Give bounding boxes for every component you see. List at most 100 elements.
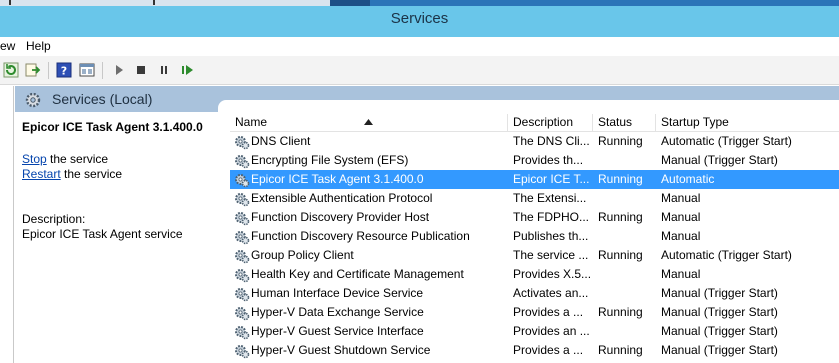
service-description: Activates an...	[513, 286, 589, 300]
service-name: Epicor ICE Task Agent 3.1.400.0	[251, 172, 424, 186]
table-row[interactable]: Epicor ICE Task Agent 3.1.400.0 Epicor IC…	[230, 170, 839, 189]
description-text: Epicor ICE Task Agent service	[22, 227, 183, 241]
description-pane: Epicor ICE Task Agent 3.1.400.0 Stop the…	[15, 112, 225, 363]
show-hide-pane-icon[interactable]	[78, 61, 96, 79]
service-startup-type: Manual	[661, 191, 701, 205]
table-row[interactable]: Function Discovery Provider Host The FDPH…	[230, 208, 839, 227]
service-description: Provides a ...	[513, 305, 584, 319]
table-row[interactable]: Hyper-V Guest Service Interface Provides …	[230, 322, 839, 341]
menu-bar: ew Help	[0, 37, 839, 55]
service-gear-icon	[234, 286, 250, 302]
service-status: Running	[598, 172, 643, 186]
selected-service-title: Epicor ICE Task Agent 3.1.400.0	[22, 120, 203, 134]
service-description: Provides an ...	[513, 324, 590, 338]
service-description: Publishes th...	[513, 229, 589, 243]
service-description: Provides a ...	[513, 343, 584, 357]
service-gear-icon	[234, 191, 250, 207]
table-row[interactable]: Hyper-V Guest Shutdown Service Provides a…	[230, 341, 839, 360]
service-name: Hyper-V Guest Service Interface	[251, 324, 424, 338]
table-row[interactable]: DNS Client The DNS Cli... Running Automatic…	[230, 132, 839, 151]
stop-link[interactable]: Stop	[22, 152, 47, 166]
service-gear-icon	[234, 172, 250, 188]
restart-suffix: the service	[60, 167, 123, 181]
service-status: Running	[598, 343, 643, 357]
service-status: Running	[598, 134, 643, 148]
service-startup-type: Manual (Trigger Start)	[661, 153, 778, 167]
resume-service-icon[interactable]	[178, 61, 196, 79]
start-service-icon[interactable]	[110, 61, 128, 79]
services-list: Name Description Status Startup Type DNS…	[218, 100, 839, 363]
service-startup-type: Automatic (Trigger Start)	[661, 248, 792, 262]
menu-item-help[interactable]: Help	[26, 39, 51, 53]
restart-action: Restart the service	[22, 167, 122, 181]
service-startup-type: Manual (Trigger Start)	[661, 305, 778, 319]
service-gear-icon	[234, 134, 250, 150]
stop-service-icon[interactable]	[132, 61, 150, 79]
description-label: Description:	[22, 212, 86, 226]
menu-item-view[interactable]: ew	[0, 39, 15, 53]
service-description: Provides th...	[513, 153, 584, 167]
service-description: The service ...	[513, 248, 589, 262]
service-status: Running	[598, 210, 643, 224]
export-list-icon[interactable]	[24, 61, 42, 79]
service-description: The FDPHO...	[513, 210, 590, 224]
service-startup-type: Automatic	[661, 172, 715, 186]
help-icon[interactable]: ?	[55, 61, 73, 79]
service-name: Function Discovery Provider Host	[251, 210, 430, 224]
gears-icon	[25, 92, 41, 111]
pause-service-icon[interactable]	[155, 61, 173, 79]
service-gear-icon	[234, 229, 250, 245]
service-startup-type: Manual	[661, 229, 701, 243]
service-gear-icon	[234, 343, 250, 359]
service-name: Health Key and Certificate Management	[251, 267, 464, 281]
service-gear-icon	[234, 324, 250, 340]
column-header-description[interactable]: Description	[508, 114, 593, 132]
header-title: Services (Local)	[52, 91, 153, 107]
service-gear-icon	[234, 305, 250, 321]
service-name: Encrypting File System (EFS)	[251, 153, 409, 167]
table-row[interactable]: Extensible Authentication Protocol The Ex…	[230, 189, 839, 208]
service-startup-type: Manual (Trigger Start)	[661, 286, 778, 300]
column-header-status[interactable]: Status	[593, 114, 656, 132]
service-description: Epicor ICE T...	[513, 172, 590, 186]
service-name: Function Discovery Resource Publication	[251, 229, 470, 243]
service-gear-icon	[234, 267, 250, 283]
service-name: Group Policy Client	[251, 248, 354, 262]
stop-action: Stop the service	[22, 152, 108, 166]
service-description: The Extensi...	[513, 191, 587, 205]
table-row[interactable]: Hyper-V Data Exchange Service Provides a …	[230, 303, 839, 322]
table-row[interactable]: Encrypting File System (EFS) Provides th.…	[230, 151, 839, 170]
service-name: DNS Client	[251, 134, 311, 148]
service-gear-icon	[234, 153, 250, 169]
service-startup-type: Automatic (Trigger Start)	[661, 134, 792, 148]
service-gear-icon	[234, 248, 250, 264]
service-name: Hyper-V Guest Shutdown Service	[251, 343, 431, 357]
restart-link[interactable]: Restart	[22, 167, 61, 181]
refresh-icon[interactable]	[2, 61, 20, 79]
service-startup-type: Manual	[661, 210, 701, 224]
window-title: Services	[390, 10, 449, 27]
service-name: Extensible Authentication Protocol	[251, 191, 433, 205]
sort-ascending-icon	[364, 114, 373, 128]
service-startup-type: Manual (Trigger Start)	[661, 343, 778, 357]
service-name: Human Interface Device Service	[251, 286, 424, 300]
svg-text:?: ?	[61, 65, 67, 78]
service-startup-type: Manual	[661, 267, 701, 281]
stop-suffix: the service	[46, 152, 109, 166]
table-row[interactable]: Health Key and Certificate Management Pro…	[230, 265, 839, 284]
service-description: Provides X.5...	[513, 267, 592, 281]
service-name: Hyper-V Data Exchange Service	[251, 305, 424, 319]
toolbar: ?	[0, 56, 839, 85]
service-status: Running	[598, 248, 643, 262]
service-startup-type: Manual (Trigger Start)	[661, 324, 778, 338]
service-status: Running	[598, 305, 643, 319]
table-row[interactable]: Human Interface Device Service Activates …	[230, 284, 839, 303]
service-description: The DNS Cli...	[513, 134, 590, 148]
scope-pane	[0, 86, 14, 363]
column-header-startup-type[interactable]: Startup Type	[656, 114, 839, 132]
table-row[interactable]: Function Discovery Resource Publication P…	[230, 227, 839, 246]
table-row[interactable]: Group Policy Client The service ... Runnin…	[230, 246, 839, 265]
title-bar[interactable]: Services	[0, 0, 839, 37]
service-gear-icon	[234, 210, 250, 226]
taskbar-strip	[0, 0, 839, 6]
